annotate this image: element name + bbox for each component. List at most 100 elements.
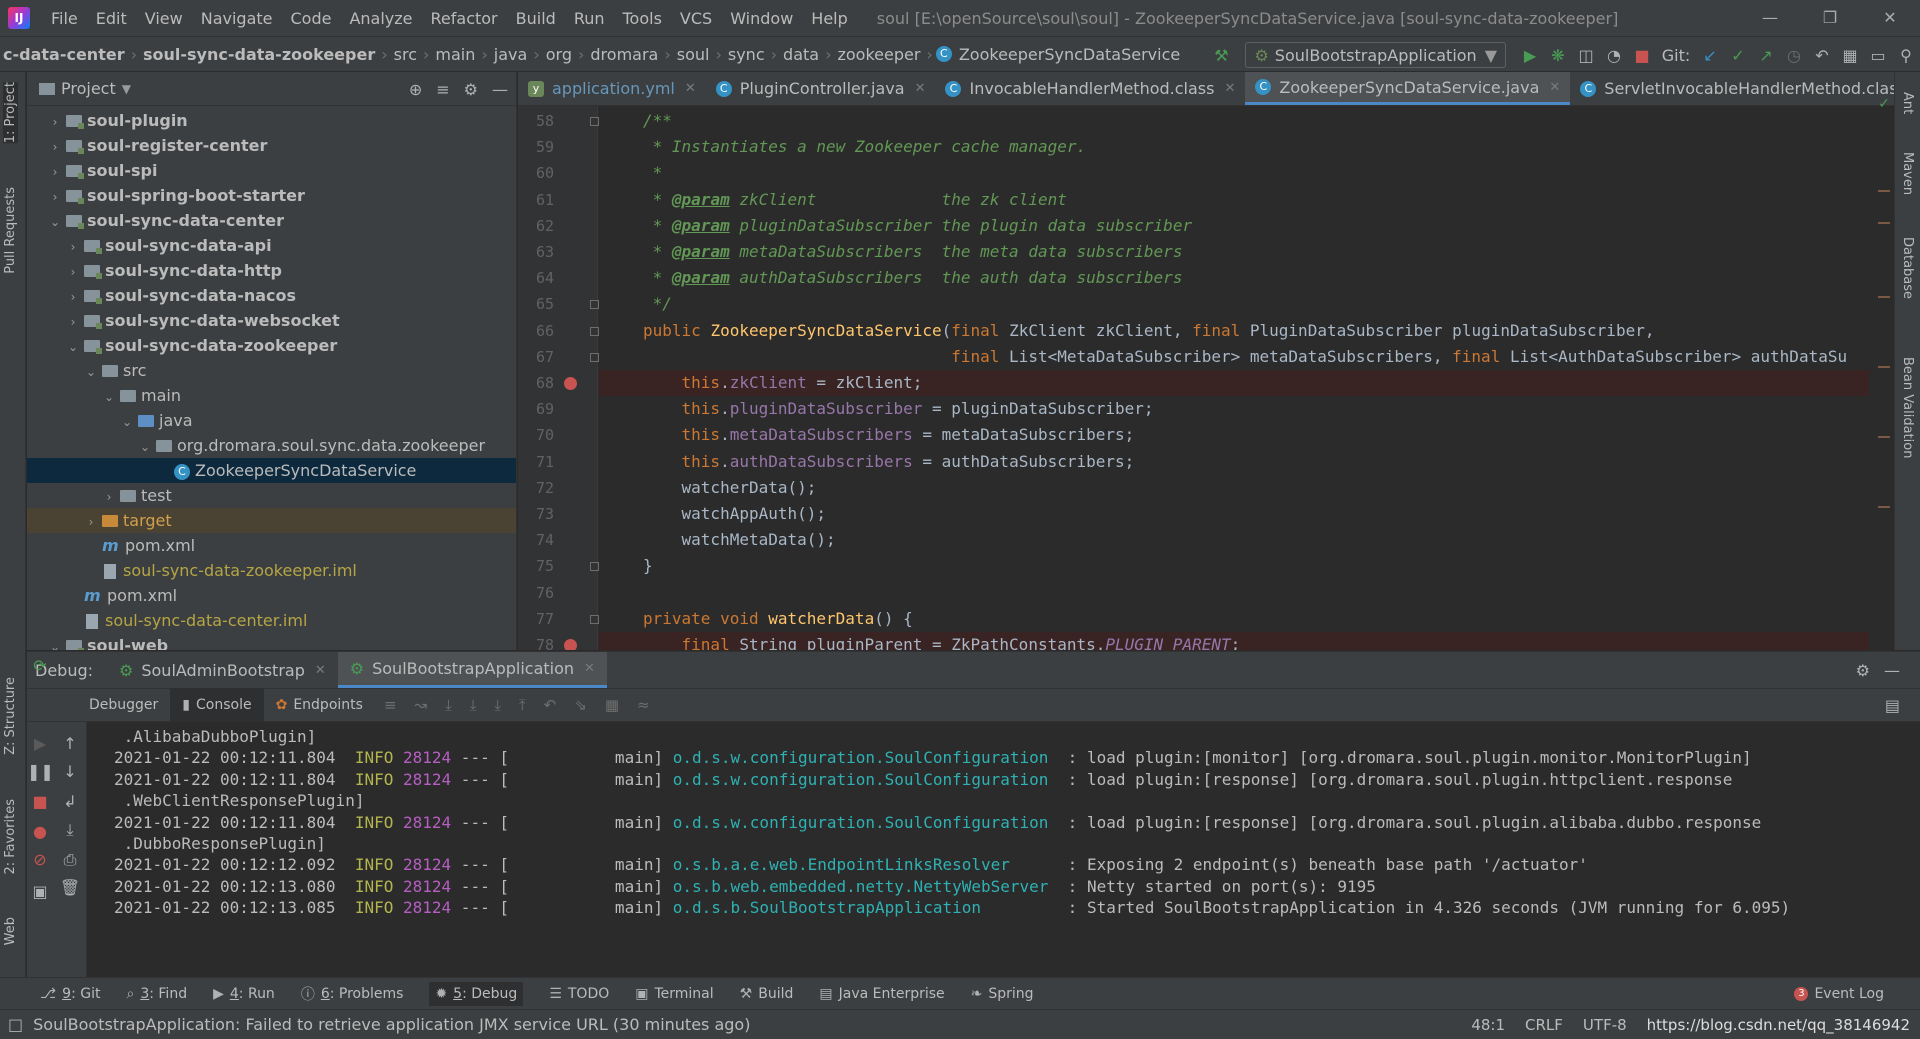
rerun-icon[interactable]: ⟳: [27, 656, 53, 675]
breadcrumb-item[interactable]: main: [432, 45, 478, 64]
menu-item-tools[interactable]: Tools: [614, 9, 671, 28]
tree-item[interactable]: m pom.xml: [27, 533, 516, 558]
chevron-down-icon[interactable]: ⌄: [137, 435, 153, 460]
tree-item[interactable]: C ZookeeperSyncDataService: [27, 458, 516, 483]
tool-tab-web[interactable]: Web: [3, 917, 18, 945]
breadcrumb-item[interactable]: sync: [725, 45, 768, 64]
history-icon[interactable]: ◷: [1780, 46, 1808, 65]
chevron-right-icon[interactable]: ›: [65, 235, 81, 260]
stop-icon[interactable]: ■: [27, 792, 53, 811]
mute-breakpoints-icon[interactable]: ⊘: [27, 850, 53, 869]
breadcrumb-item[interactable]: soul-sync-data-zookeeper: [140, 45, 378, 64]
menu-item-file[interactable]: File: [42, 9, 87, 28]
resume-icon[interactable]: ▶: [27, 734, 53, 753]
close-icon[interactable]: ✕: [1860, 0, 1920, 36]
tool-button-search[interactable]: ⌕ 3: Find: [126, 986, 187, 1002]
menu-item-edit[interactable]: Edit: [87, 9, 136, 28]
close-tab-icon[interactable]: ✕: [584, 661, 595, 676]
fold-marker-icon[interactable]: [590, 352, 599, 362]
tree-item[interactable]: ⌄ soul-sync-data-zookeeper: [27, 333, 516, 358]
gear-icon[interactable]: ⚙: [1856, 661, 1870, 680]
git-update-icon[interactable]: ↙: [1696, 46, 1724, 65]
log-logger[interactable]: o.s.b.a.e.web.EndpointLinksResolver: [673, 855, 1058, 874]
tool-tab-project[interactable]: 1: Project: [3, 82, 18, 144]
chevron-down-icon[interactable]: ⌄: [119, 410, 135, 435]
tool-tab-favorites[interactable]: 2: Favorites: [3, 799, 18, 875]
breadcrumb-item[interactable]: c-data-center: [0, 45, 128, 64]
minimize-icon[interactable]: —: [1740, 0, 1800, 36]
presentation-icon[interactable]: ▭: [1864, 46, 1892, 65]
code-view[interactable]: /** * Instantiates a new Zookeeper cache…: [599, 106, 1869, 650]
fold-marker-icon[interactable]: [590, 562, 599, 572]
drop-frame-icon[interactable]: ↶: [535, 696, 566, 714]
tree-item[interactable]: ⌄ src: [27, 358, 516, 383]
close-tab-icon[interactable]: ✕: [1549, 80, 1560, 95]
menu-item-help[interactable]: Help: [802, 9, 856, 28]
chevron-right-icon[interactable]: ›: [47, 185, 63, 210]
tree-item[interactable]: › test: [27, 483, 516, 508]
tree-item[interactable]: › soul-spring-boot-starter: [27, 183, 516, 208]
soft-wrap-icon[interactable]: ↲: [57, 792, 83, 811]
editor-scrollbar[interactable]: ✓: [1872, 96, 1894, 650]
tab-console[interactable]: ▮ Console: [170, 688, 264, 722]
chevron-right-icon[interactable]: ›: [65, 310, 81, 335]
log-logger[interactable]: o.s.b.web.embedded.netty.NettyWebServer: [673, 877, 1058, 896]
breadcrumb-item[interactable]: data: [780, 45, 822, 64]
step-into-icon[interactable]: ⤓: [461, 696, 486, 714]
run-to-cursor-icon[interactable]: ⇘: [565, 696, 596, 714]
camera-icon[interactable]: ▣: [27, 882, 53, 901]
tool-button-problems[interactable]: ⓘ 6: Problems: [301, 984, 404, 1004]
editor-tab[interactable]: C ZookeeperSyncDataService.java ✕: [1245, 72, 1571, 105]
chevron-down-icon[interactable]: ⌄: [47, 210, 63, 235]
hide-icon[interactable]: —: [492, 80, 508, 99]
force-step-into-icon[interactable]: ⤓: [485, 696, 510, 714]
clear-all-icon[interactable]: 🗑: [57, 878, 83, 897]
tree-item[interactable]: › soul-sync-data-api: [27, 233, 516, 258]
close-tab-icon[interactable]: ✕: [1224, 81, 1235, 96]
tree-item[interactable]: ⌄ java: [27, 408, 516, 433]
fold-marker-icon[interactable]: [590, 326, 599, 336]
tree-item[interactable]: › soul-sync-data-http: [27, 258, 516, 283]
tree-item[interactable]: › soul-sync-data-nacos: [27, 283, 516, 308]
run-configuration-select[interactable]: ⚙ SoulBootstrapApplication ▼: [1245, 42, 1506, 68]
tree-item[interactable]: › soul-register-center: [27, 133, 516, 158]
fold-marker-icon[interactable]: [590, 300, 599, 310]
scroll-up-icon[interactable]: ↑: [57, 734, 83, 753]
chevron-down-icon[interactable]: ⌄: [83, 360, 99, 385]
close-tab-icon[interactable]: ✕: [915, 81, 926, 96]
log-logger[interactable]: o.d.s.w.configuration.SoulConfiguration: [673, 748, 1058, 767]
tool-button-build[interactable]: ⚒ Build: [740, 986, 794, 1002]
build-hammer-icon[interactable]: ⚒: [1207, 46, 1235, 65]
menu-item-view[interactable]: View: [136, 9, 192, 28]
error-stripe-mark[interactable]: [1878, 506, 1890, 508]
error-stripe-mark[interactable]: [1878, 366, 1890, 368]
chevron-right-icon[interactable]: ›: [65, 285, 81, 310]
menu-item-code[interactable]: Code: [282, 9, 341, 28]
tree-item[interactable]: ⌄ soul-web: [27, 633, 516, 650]
chevron-down-icon[interactable]: ⌄: [47, 635, 63, 650]
editor-tab[interactable]: C PluginController.java ✕: [706, 72, 936, 105]
close-tab-icon[interactable]: ✕: [685, 81, 696, 96]
pause-icon[interactable]: ❚❚: [27, 762, 54, 781]
fold-marker-icon[interactable]: [590, 117, 599, 126]
menu-item-build[interactable]: Build: [507, 9, 565, 28]
tool-tab-database[interactable]: Database: [1900, 237, 1915, 299]
close-tab-icon[interactable]: ✕: [315, 663, 326, 678]
chevron-down-icon[interactable]: ⌄: [65, 335, 81, 360]
log-logger[interactable]: o.d.s.b.SoulBootstrapApplication: [673, 898, 1058, 917]
tree-item[interactable]: › soul-sync-data-websocket: [27, 308, 516, 333]
event-log-button[interactable]: 3 Event Log: [1794, 978, 1884, 1010]
tree-item[interactable]: › soul-plugin: [27, 108, 516, 133]
tab-endpoints[interactable]: ✿ Endpoints: [264, 697, 375, 713]
view-breakpoints-icon[interactable]: ●: [27, 822, 53, 841]
menu-item-analyze[interactable]: Analyze: [340, 9, 421, 28]
tree-item[interactable]: m pom.xml: [27, 583, 516, 608]
tool-tab-bean-validation[interactable]: Bean Validation: [1900, 357, 1915, 458]
chevron-down-icon[interactable]: ⌄: [101, 385, 117, 410]
tree-item[interactable]: › target: [27, 508, 516, 533]
breadcrumb-item[interactable]: ZookeeperSyncDataService: [956, 45, 1183, 64]
fold-marker-icon[interactable]: [590, 614, 599, 624]
tree-item[interactable]: › soul-spi: [27, 158, 516, 183]
git-push-icon[interactable]: ↗: [1752, 46, 1780, 65]
breakpoint-icon[interactable]: [564, 377, 577, 390]
